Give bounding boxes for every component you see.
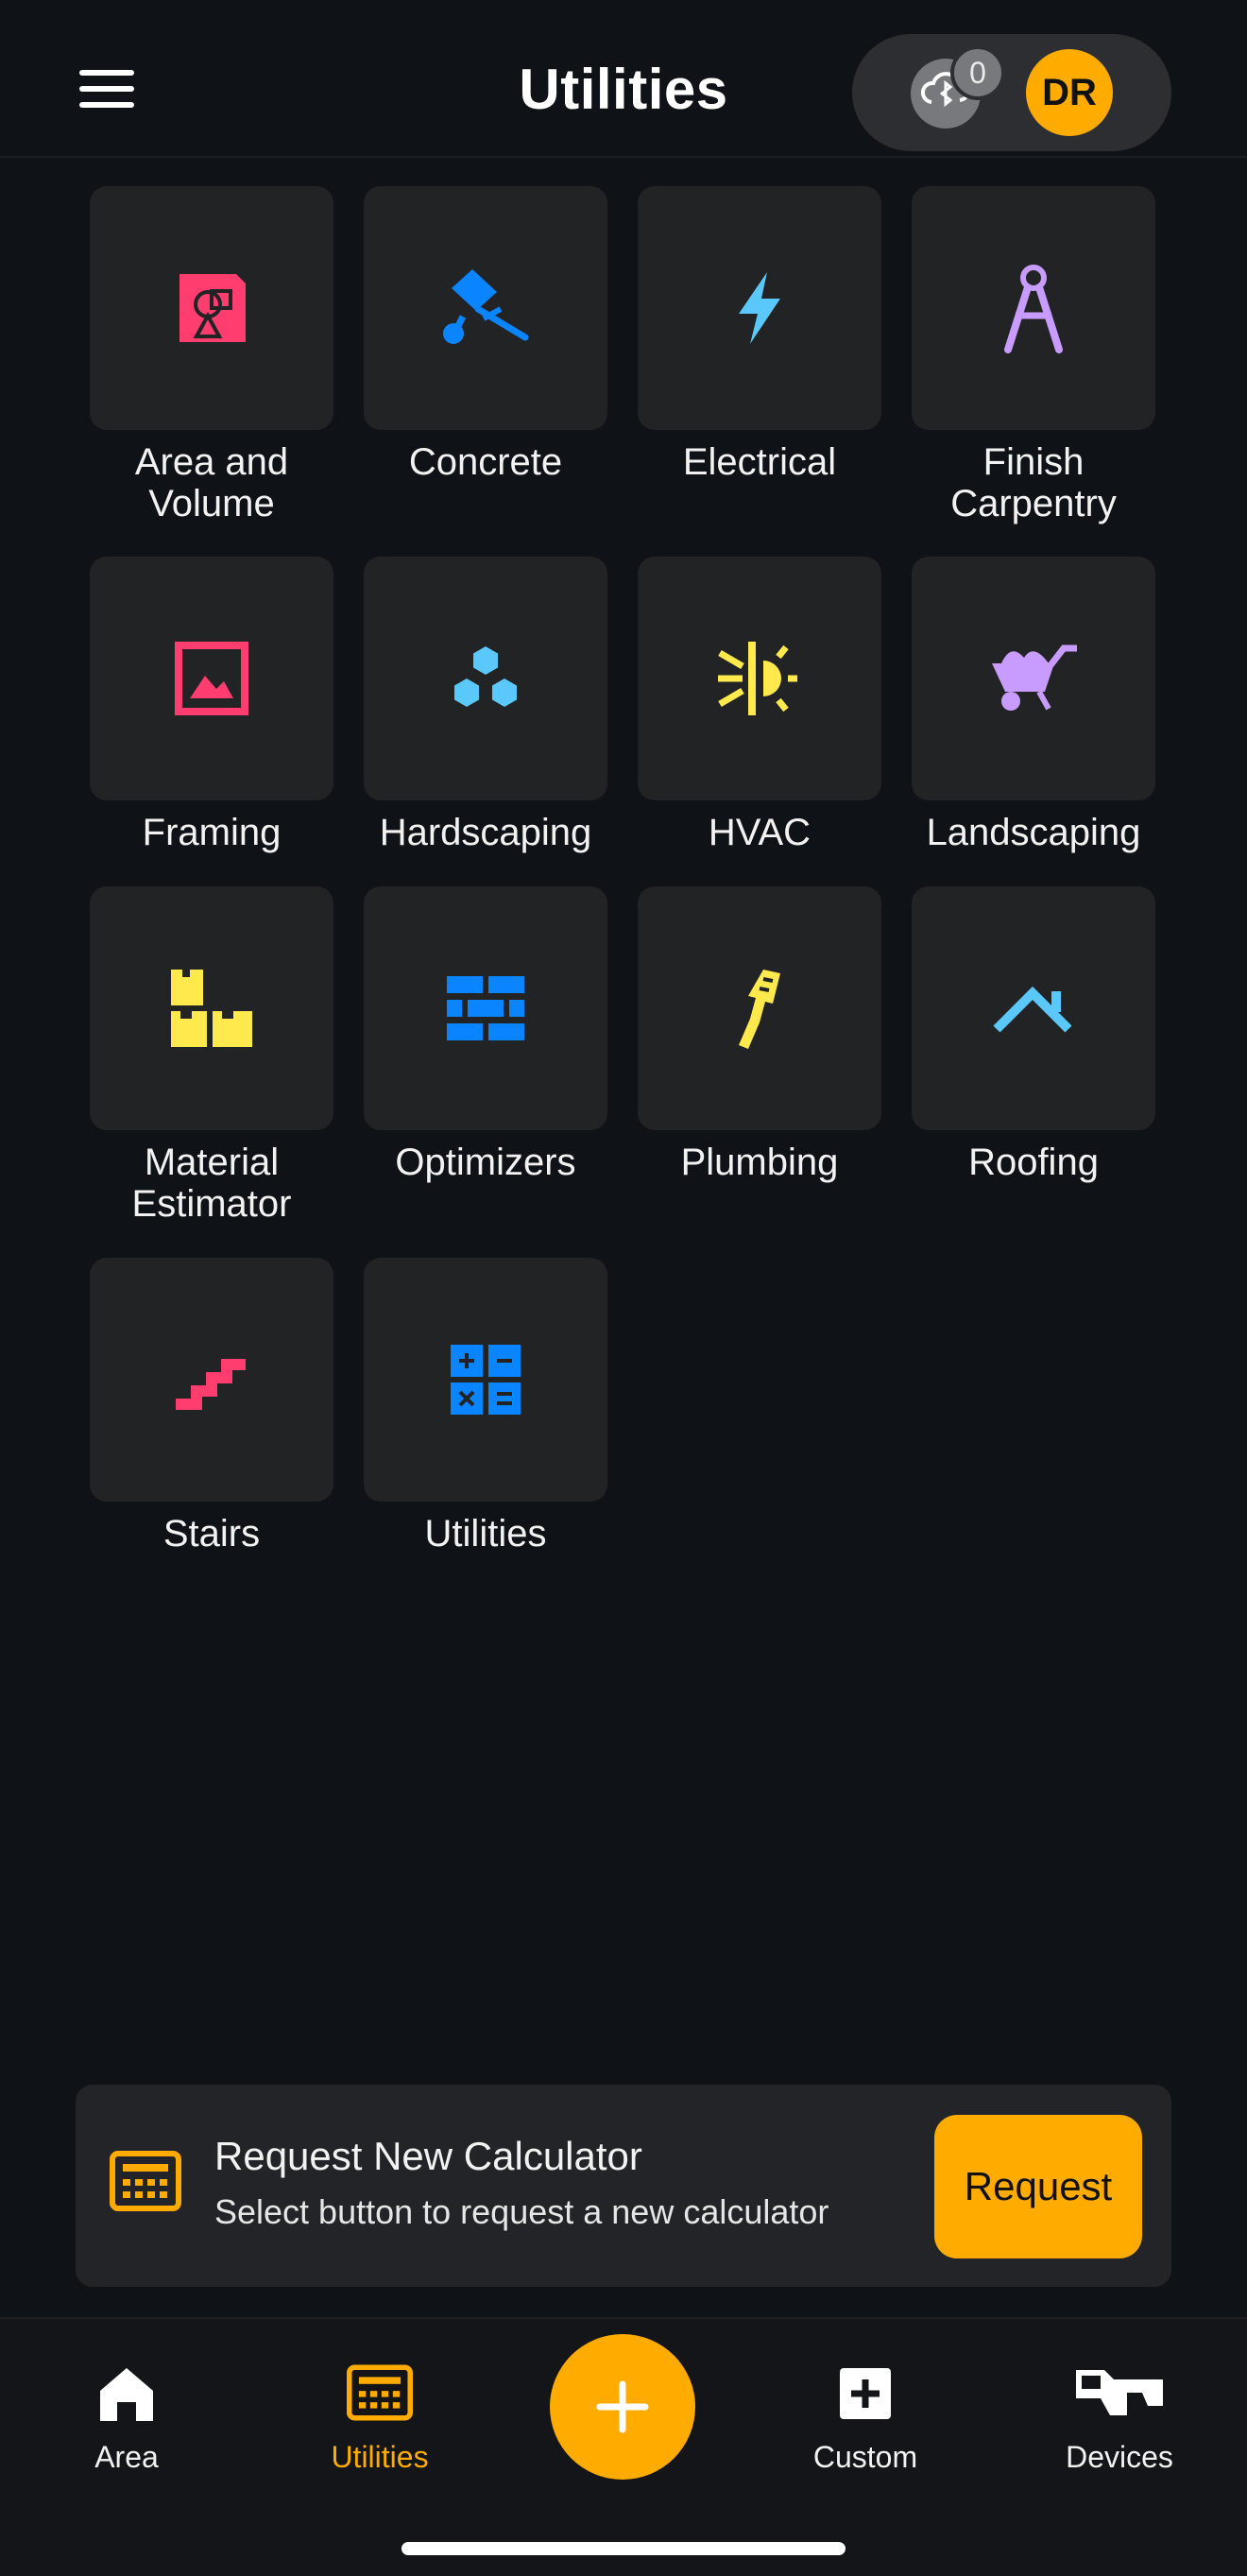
concrete-mixer-icon: [443, 269, 529, 344]
plus-square-icon: [840, 2368, 891, 2419]
avatar[interactable]: DR: [1026, 49, 1113, 136]
category-label: Area and Volume: [134, 441, 289, 524]
category-hardscaping[interactable]: Hardscaping: [364, 557, 611, 853]
category-landscaping[interactable]: Landscaping: [912, 557, 1159, 853]
bottom-tab-bar: Area Utilities Custom Devices: [0, 2317, 1247, 2576]
boxes-icon: [171, 970, 252, 1047]
stairs-icon: [176, 1359, 246, 1410]
category-roofing[interactable]: Roofing: [912, 886, 1159, 1183]
tile-box[interactable]: [638, 886, 881, 1130]
request-card-subtitle: Select button to request a new calculato…: [214, 2192, 829, 2231]
category-utilities[interactable]: Utilities: [364, 1258, 611, 1554]
category-plumbing[interactable]: Plumbing: [638, 886, 885, 1183]
area-volume-icon: [179, 274, 246, 342]
category-label: Roofing: [968, 1142, 1099, 1183]
tab-utilities[interactable]: Utilities: [285, 2359, 474, 2475]
category-label: HVAC: [708, 812, 811, 853]
tile-box[interactable]: [90, 557, 333, 800]
category-area-and-volume[interactable]: Area and Volume: [90, 186, 337, 524]
tab-custom[interactable]: Custom: [771, 2359, 960, 2475]
calculator-icon: [347, 2364, 413, 2421]
home-icon: [100, 2368, 153, 2421]
top-bar: Utilities 0 DR: [0, 0, 1247, 158]
wheelbarrow-icon: [992, 644, 1077, 711]
calculator-icon: [451, 1345, 521, 1415]
tile-box[interactable]: [90, 1258, 333, 1502]
tile-box[interactable]: [90, 186, 333, 430]
tile-box[interactable]: [638, 557, 881, 800]
category-label: Electrical: [682, 441, 837, 483]
category-finish-carpentry[interactable]: Finish Carpentry: [912, 186, 1159, 524]
category-label: Plumbing: [680, 1142, 839, 1183]
roof-icon: [993, 986, 1072, 1033]
calculator-icon: [110, 2151, 181, 2211]
tab-label: Area: [94, 2440, 159, 2474]
category-material-estimator[interactable]: Material Estimator: [90, 886, 337, 1225]
tile-box[interactable]: [638, 186, 881, 430]
tab-label: Utilities: [331, 2440, 429, 2474]
app-screen: Utilities 0 DR Area and Volume Concrete …: [0, 0, 1247, 2576]
tab-label: Devices: [1066, 2440, 1173, 2474]
category-label: Concrete: [408, 441, 563, 483]
category-concrete[interactable]: Concrete: [364, 186, 611, 483]
category-label: Utilities: [424, 1513, 547, 1554]
tile-box[interactable]: [912, 886, 1155, 1130]
category-label: Hardscaping: [379, 812, 592, 853]
request-card-title: Request New Calculator: [214, 2134, 642, 2178]
account-status-pill[interactable]: 0 DR: [852, 34, 1171, 151]
pipe-wrench-icon: [739, 970, 780, 1049]
tab-label: Custom: [812, 2440, 918, 2474]
bricks-icon: [447, 976, 524, 1040]
tile-box[interactable]: [90, 886, 333, 1130]
hvac-sun-icon: [718, 642, 797, 715]
compass-icon: [1004, 265, 1063, 353]
request-calculator-card: Request New Calculator Select button to …: [76, 2085, 1171, 2287]
tile-box[interactable]: [912, 557, 1155, 800]
hexagons-icon: [454, 646, 517, 707]
tile-box[interactable]: [364, 886, 607, 1130]
category-label: Framing: [142, 812, 282, 853]
tile-box[interactable]: [364, 557, 607, 800]
lightning-icon: [739, 272, 780, 344]
tab-devices[interactable]: Devices: [1025, 2359, 1214, 2475]
category-label: Finish Carpentry: [950, 441, 1117, 524]
category-label: Stairs: [162, 1513, 261, 1554]
add-fab-button[interactable]: [550, 2334, 695, 2480]
category-electrical[interactable]: Electrical: [638, 186, 885, 483]
category-label: Material Estimator: [131, 1142, 292, 1225]
plus-icon: [596, 2380, 649, 2433]
tile-box[interactable]: [912, 186, 1155, 430]
sync-count-badge: 0: [950, 45, 1005, 100]
category-framing[interactable]: Framing: [90, 557, 337, 853]
category-label: Optimizers: [395, 1142, 576, 1183]
devices-icon: [1076, 2370, 1163, 2415]
tab-area[interactable]: Area: [32, 2359, 221, 2475]
category-stairs[interactable]: Stairs: [90, 1258, 337, 1554]
category-label: Landscaping: [926, 812, 1141, 853]
home-indicator: [401, 2542, 846, 2555]
picture-frame-icon: [175, 642, 248, 715]
tile-box[interactable]: [364, 186, 607, 430]
request-button[interactable]: Request: [934, 2115, 1142, 2258]
tile-box[interactable]: [364, 1258, 607, 1502]
category-optimizers[interactable]: Optimizers: [364, 886, 611, 1183]
category-hvac[interactable]: HVAC: [638, 557, 885, 853]
